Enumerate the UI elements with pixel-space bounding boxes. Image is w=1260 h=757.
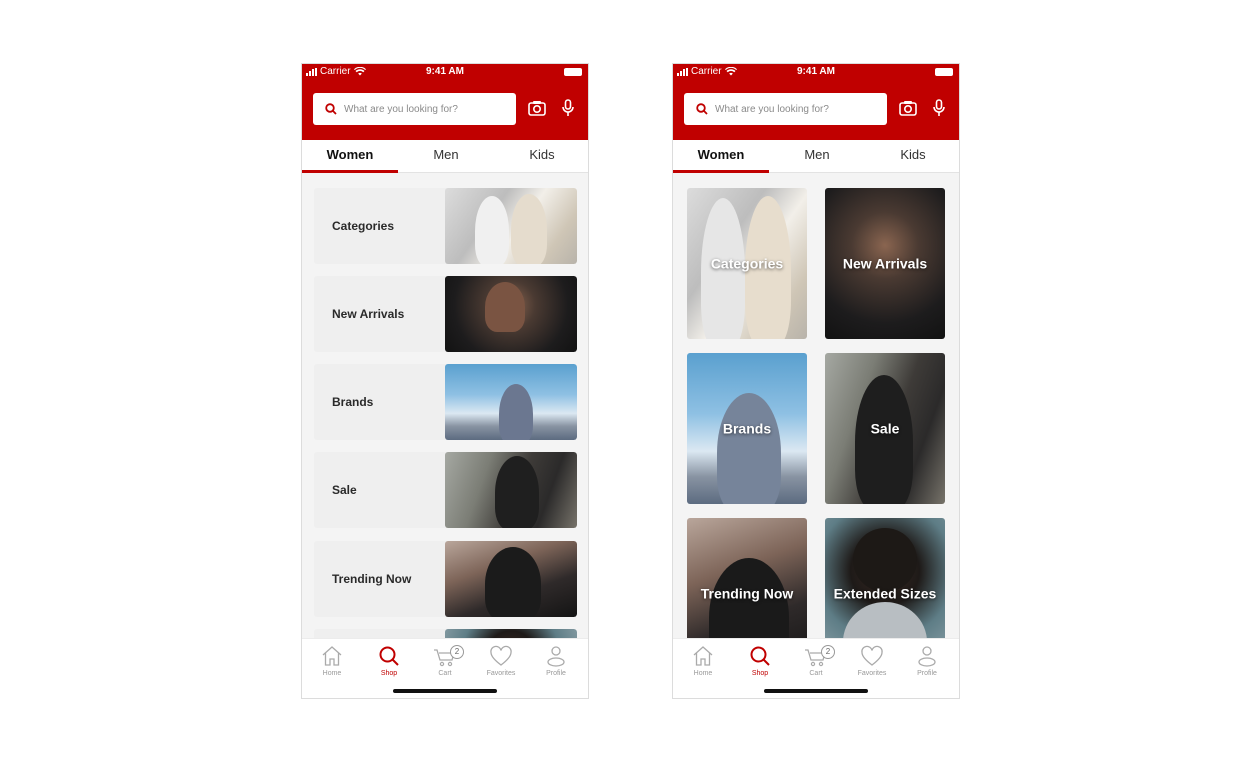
battery-icon — [564, 68, 582, 76]
grid-card-trending-now[interactable]: Trending Now — [687, 518, 807, 638]
gender-tabs: Women Men Kids — [673, 140, 959, 173]
list-card-brands[interactable]: Brands — [314, 364, 577, 440]
home-icon — [322, 646, 342, 666]
search-input[interactable] — [344, 103, 504, 115]
nav-cart[interactable]: 2 Cart — [417, 645, 473, 677]
app-header: Carrier 9:41 AM — [302, 64, 588, 140]
list-card-new-arrivals[interactable]: New Arrivals — [314, 276, 577, 352]
extended-sizes-photo — [445, 629, 577, 638]
category-grid: Categories New Arrivals Brands Sale Tren… — [673, 174, 959, 638]
list-card-label: Sale — [332, 483, 357, 497]
nav-cart[interactable]: 2 Cart — [788, 645, 844, 677]
search-bar[interactable] — [313, 93, 516, 125]
status-bar: Carrier 9:41 AM — [673, 64, 959, 80]
microphone-icon[interactable] — [932, 99, 946, 117]
app-header: Carrier 9:41 AM — [673, 64, 959, 140]
category-list: Categories New Arrivals Brands Sale Tren… — [302, 174, 588, 638]
home-indicator[interactable] — [764, 689, 868, 693]
nav-home[interactable]: Home — [304, 645, 360, 677]
list-card-label: Brands — [332, 395, 374, 409]
heart-icon — [490, 645, 512, 666]
list-card-trending-now[interactable]: Trending Now — [314, 541, 577, 617]
search-input[interactable] — [715, 103, 875, 115]
list-card-label: New Arrivals — [332, 307, 405, 321]
home-indicator[interactable] — [393, 689, 497, 693]
profile-icon — [918, 646, 936, 667]
grid-card-brands[interactable]: Brands — [687, 353, 807, 504]
tab-men[interactable]: Men — [769, 140, 865, 173]
tab-men[interactable]: Men — [398, 140, 494, 173]
gender-tabs: Women Men Kids — [302, 140, 588, 173]
phone-list-view: Carrier 9:41 AM Women Men Kids Categorie… — [301, 63, 589, 699]
camera-icon[interactable] — [899, 100, 917, 116]
grid-card-label: Sale — [870, 420, 900, 436]
phone-grid-view: Carrier 9:41 AM Women Men Kids Categorie… — [672, 63, 960, 699]
list-card-label: Categories — [332, 219, 395, 233]
search-icon — [379, 646, 399, 666]
grid-card-label: New Arrivals — [842, 255, 928, 271]
battery-icon — [935, 68, 953, 76]
nav-shop[interactable]: Shop — [732, 645, 788, 677]
search-bar[interactable] — [684, 93, 887, 125]
nav-profile[interactable]: Profile — [528, 645, 584, 677]
tab-women[interactable]: Women — [302, 140, 398, 173]
nav-favorites[interactable]: Favorites — [844, 645, 900, 677]
microphone-icon[interactable] — [561, 99, 575, 117]
category-photo — [445, 188, 577, 264]
grid-card-label: Trending Now — [700, 585, 794, 601]
tab-women[interactable]: Women — [673, 140, 769, 173]
sale-photo — [445, 452, 577, 528]
search-icon — [325, 103, 337, 115]
profile-icon — [547, 646, 565, 667]
search-icon — [750, 646, 770, 666]
grid-card-categories[interactable]: Categories — [687, 188, 807, 339]
list-card-categories[interactable]: Categories — [314, 188, 577, 264]
home-icon — [693, 646, 713, 666]
heart-icon — [861, 645, 883, 666]
nav-home[interactable]: Home — [675, 645, 731, 677]
tab-kids[interactable]: Kids — [494, 140, 588, 173]
tab-kids[interactable]: Kids — [865, 140, 959, 173]
camera-icon[interactable] — [528, 100, 546, 116]
nav-profile[interactable]: Profile — [899, 645, 955, 677]
grid-card-label: Extended Sizes — [833, 585, 937, 601]
grid-card-sale[interactable]: Sale — [825, 353, 945, 504]
list-card-sale[interactable]: Sale — [314, 452, 577, 528]
status-time: 9:41 AM — [797, 66, 835, 77]
grid-card-new-arrivals[interactable]: New Arrivals — [825, 188, 945, 339]
grid-card-label: Brands — [722, 420, 772, 436]
list-card-partial[interactable] — [314, 629, 577, 638]
new-arrivals-photo — [445, 276, 577, 352]
grid-card-extended-sizes[interactable]: Extended Sizes — [825, 518, 945, 638]
search-icon — [696, 103, 708, 115]
trending-now-photo — [445, 541, 577, 617]
brands-photo — [445, 364, 577, 440]
nav-shop[interactable]: Shop — [361, 645, 417, 677]
status-bar: Carrier 9:41 AM — [302, 64, 588, 80]
cart-badge: 2 — [821, 645, 835, 659]
grid-card-label: Categories — [710, 255, 784, 271]
cart-badge: 2 — [450, 645, 464, 659]
nav-favorites[interactable]: Favorites — [473, 645, 529, 677]
status-time: 9:41 AM — [426, 66, 464, 77]
list-card-label: Trending Now — [332, 572, 412, 586]
